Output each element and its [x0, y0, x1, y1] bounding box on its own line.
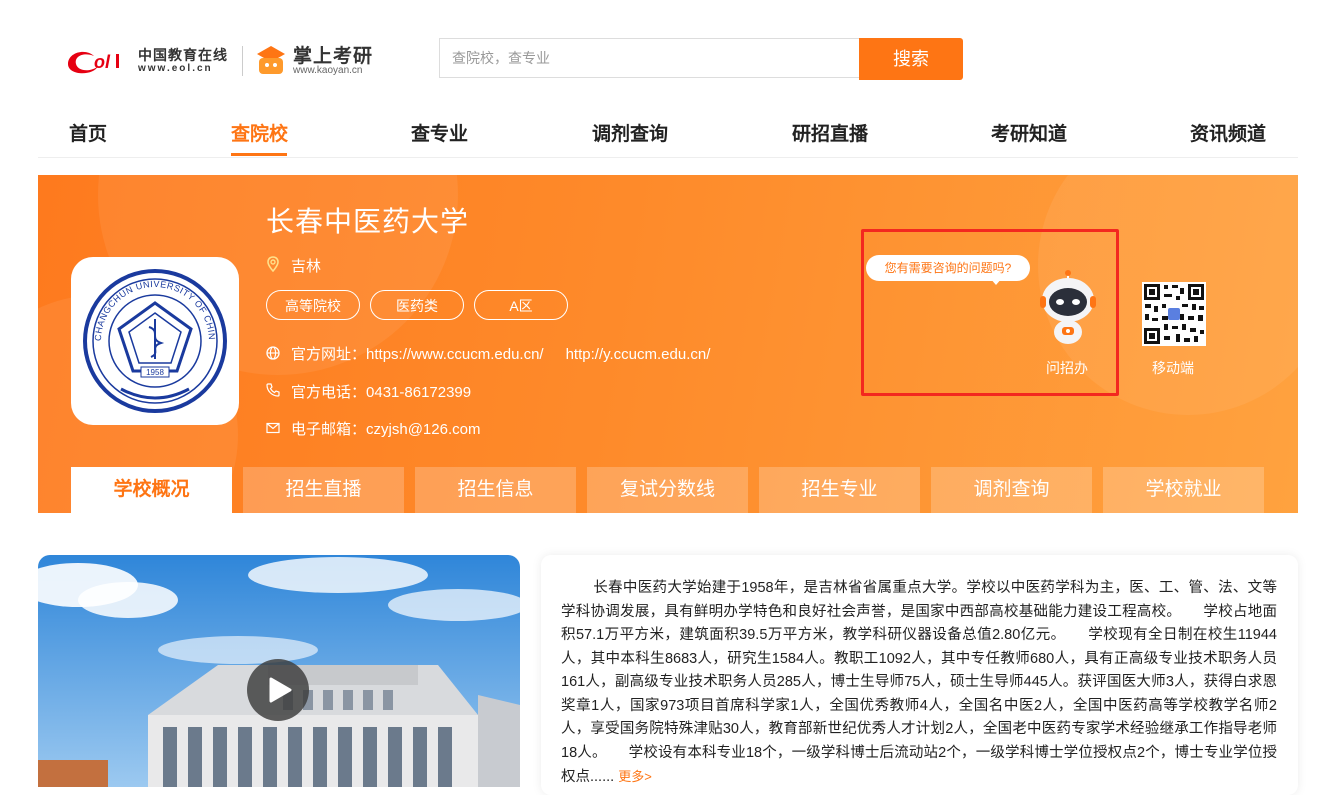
nav-divider [38, 157, 1298, 158]
tag-level[interactable]: 高等院校 [266, 290, 360, 320]
search-button[interactable]: 搜索 [859, 38, 963, 80]
svg-text:ol: ol [94, 52, 111, 72]
school-name: 长春中医药大学 [266, 206, 470, 237]
qr-code-icon[interactable] [1142, 282, 1206, 346]
nav-schools[interactable]: 查院校 [231, 120, 288, 150]
email-value: czyjsh@126.com [366, 421, 481, 438]
school-location: 吉林 [291, 258, 322, 275]
website-link-1[interactable]: https://www.ccucm.edu.cn/ [366, 346, 544, 363]
eol-logo-cn: 中国教育在线 [138, 47, 228, 63]
search-box [439, 38, 859, 78]
school-seal-icon: CHANGCHUN UNIVERSITY OF CHINESE MEDICINE… [67, 249, 227, 413]
svg-text:CHANGCHUN UNIVERSITY OF CHINES: CHANGCHUN UNIVERSITY OF CHINESE MEDICINE [71, 257, 217, 341]
play-button[interactable] [247, 659, 309, 721]
search-input[interactable] [440, 39, 859, 77]
tab-retest-score[interactable]: 复试分数线 [587, 467, 748, 513]
tab-overview[interactable]: 学校概况 [71, 467, 232, 513]
nav-news[interactable]: 资讯频道 [1190, 120, 1266, 150]
tag-category[interactable]: 医药类 [370, 290, 464, 320]
email-icon [266, 422, 280, 434]
play-icon [269, 677, 292, 703]
nav-adjustment[interactable]: 调剂查询 [592, 120, 668, 150]
mobile-label[interactable]: 移动端 [1152, 358, 1194, 378]
nav-live[interactable]: 研招直播 [792, 120, 868, 150]
website-link-2[interactable]: http://y.ccucm.edu.cn/ [566, 346, 711, 363]
globe-icon [266, 346, 280, 360]
website-label: 官方网址： [291, 346, 367, 363]
email-row: 电子邮箱：czyjsh@126.com [291, 418, 480, 439]
more-link[interactable]: 更多> [618, 769, 652, 784]
location-icon [267, 256, 279, 272]
eol-logo-icon: ol [68, 51, 119, 74]
robot-label[interactable]: 问招办 [1046, 358, 1088, 378]
consult-bubble[interactable]: 您有需要咨询的问题吗? [866, 255, 1030, 281]
tab-majors[interactable]: 招生专业 [759, 467, 920, 513]
kaoyan-logo-name: 掌上考研 [293, 46, 374, 67]
tag-region[interactable]: A区 [474, 290, 568, 320]
school-intro-text: 长春中医药大学始建于1958年，是吉林省省属重点大学。学校以中医药学科为主，医、… [561, 580, 1277, 785]
kaoyan-logo-url: www.kaoyan.cn [293, 65, 363, 76]
school-intro: 长春中医药大学始建于1958年，是吉林省省属重点大学。学校以中医药学科为主，医、… [561, 577, 1277, 790]
phone-value: 0431-86172399 [366, 384, 472, 401]
kaoyan-logo[interactable]: 掌上考研 www.kaoyan.cn [255, 40, 385, 80]
website-row: 官方网址：https://www.ccucm.edu.cn/http://y.c… [291, 343, 710, 364]
tab-admission-live[interactable]: 招生直播 [243, 467, 404, 513]
phone-label: 官方电话： [291, 384, 367, 401]
tab-adjustment[interactable]: 调剂查询 [931, 467, 1092, 513]
svg-text:1958: 1958 [146, 368, 164, 377]
school-logo: CHANGCHUN UNIVERSITY OF CHINESE MEDICINE… [67, 249, 239, 425]
phone-row: 官方电话：0431-86172399 [291, 381, 471, 402]
tab-employment[interactable]: 学校就业 [1103, 467, 1264, 513]
email-label: 电子邮箱： [291, 421, 367, 438]
nav-active-indicator [231, 153, 287, 156]
tab-admission-info[interactable]: 招生信息 [415, 467, 576, 513]
nav-home[interactable]: 首页 [69, 120, 107, 150]
kaoyan-logo-icon [257, 46, 285, 74]
eol-logo-url: www.eol.cn [138, 63, 213, 74]
nav-majors[interactable]: 查专业 [411, 120, 468, 150]
logo-divider [242, 46, 243, 76]
robot-icon[interactable] [1036, 270, 1100, 346]
nav-knowledge[interactable]: 考研知道 [991, 120, 1067, 150]
consult-bubble-tail [990, 278, 1002, 285]
eol-logo[interactable]: ol 中国教育在线 www.eol.cn [64, 42, 234, 78]
phone-icon [266, 383, 280, 397]
